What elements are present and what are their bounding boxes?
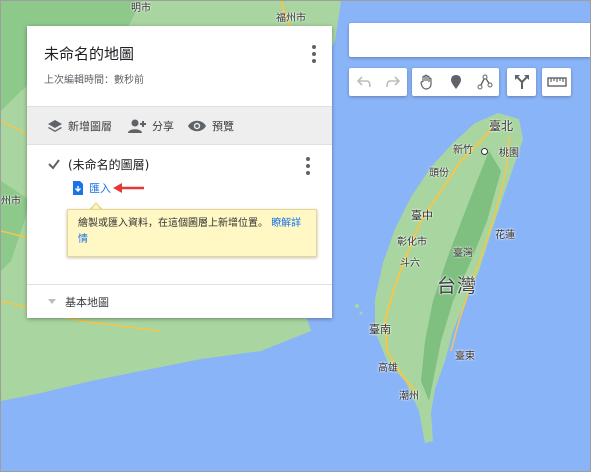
map-label-taichung: 臺中 (411, 209, 433, 222)
undo-icon (356, 76, 371, 88)
directions-icon (514, 75, 529, 89)
map-label-left-partial: 州市 (1, 196, 21, 207)
import-link[interactable]: 匯入 (72, 180, 111, 196)
map-layers-panel: 未命名的地圖 上次編輯時間：數秒前 新增圖層 分享 預覽 (未命名的圖層) 匯入… (27, 26, 332, 318)
map-label-top-partial: 明市 (131, 3, 151, 14)
map-label-douliu: 斗六 (400, 258, 420, 269)
add-person-icon (128, 119, 146, 133)
annotation-arrow (113, 183, 144, 193)
edit-toolbar (349, 68, 407, 96)
map-label-toufen: 頭份 (429, 168, 449, 179)
add-layer-label: 新增圖層 (68, 119, 112, 133)
map-label-chaozhou: 潮州 (399, 391, 419, 402)
map-frame: 明市 福州市 州市 臺北 新竹 桃園 頭份 臺中 彰化市 花蓮 臺灣 斗六 台灣… (0, 0, 591, 472)
map-label-taoyuan: 桃園 (499, 148, 519, 159)
eye-icon (188, 120, 206, 131)
import-label: 匯入 (89, 182, 111, 195)
tooltip-text: 繪製或匯入資料，在這個圖層上新增位置。 (78, 218, 268, 229)
map-label-xinzhu: 新竹 (453, 145, 473, 156)
hand-icon (419, 74, 432, 90)
share-label: 分享 (152, 119, 174, 133)
undo-button[interactable] (349, 68, 378, 96)
chevron-down-icon[interactable] (47, 298, 57, 306)
map-label-changhua: 彰化市 (397, 237, 427, 248)
measure-button[interactable] (542, 68, 571, 96)
layer-row: (未命名的圖層) (47, 154, 149, 174)
preview-button[interactable]: 預覽 (187, 107, 234, 144)
layers-icon (48, 119, 62, 132)
ruler-icon (546, 77, 567, 87)
search-input[interactable] (349, 23, 590, 57)
import-tooltip: 繪製或匯入資料，在這個圖層上新增位置。 瞭解詳情 (67, 209, 317, 257)
draw-toolbar (412, 68, 499, 96)
map-label-kaohsiung: 高雄 (378, 363, 398, 374)
layer-name[interactable]: (未命名的圖層) (68, 156, 149, 173)
map-options-menu-icon[interactable] (312, 45, 316, 66)
map-label-taitung: 臺東 (455, 351, 475, 362)
map-title[interactable]: 未命名的地圖 (44, 43, 134, 64)
layer-options-menu-icon[interactable] (306, 157, 310, 178)
map-label-tainan: 臺南 (369, 323, 391, 336)
preview-label: 預覽 (212, 119, 234, 133)
redo-icon (385, 76, 400, 88)
map-label-taipei: 臺北 (489, 119, 514, 133)
map-label-taiwan-region: 臺灣 (453, 248, 473, 259)
share-button[interactable]: 分享 (127, 107, 174, 144)
directions-button[interactable] (507, 68, 536, 96)
marker-icon (450, 75, 461, 89)
map-label-hualien: 花蓮 (495, 230, 515, 241)
action-bar: 新增圖層 分享 預覽 (27, 106, 332, 145)
redo-button[interactable] (378, 68, 407, 96)
basemap-row[interactable]: 基本地圖 (27, 284, 332, 319)
add-marker-button[interactable] (441, 68, 470, 96)
draw-line-icon (477, 74, 492, 90)
measure-toolbar (542, 68, 571, 96)
last-edited-text: 上次編輯時間：數秒前 (44, 75, 144, 86)
select-hand-button[interactable] (412, 68, 441, 96)
import-file-icon (73, 181, 83, 195)
map-label-taiwan-big: 台灣 (437, 275, 478, 297)
layer-checkbox[interactable] (47, 157, 61, 171)
directions-toolbar (507, 68, 536, 96)
map-label-fuzhou: 福州市 (276, 13, 306, 24)
add-layer-button[interactable]: 新增圖層 (47, 107, 112, 144)
draw-line-button[interactable] (470, 68, 499, 96)
basemap-label: 基本地圖 (65, 296, 109, 309)
map-marker-xinzhu (481, 148, 488, 155)
